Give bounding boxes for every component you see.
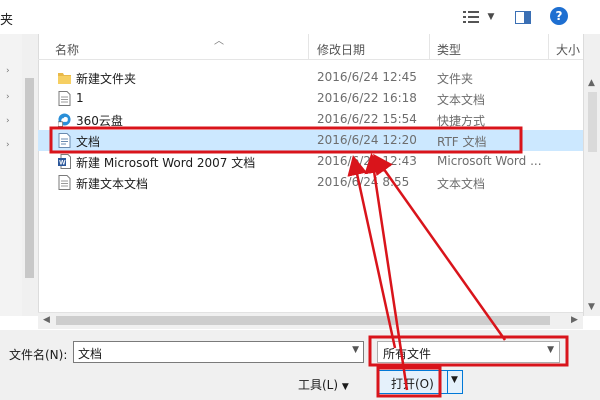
svg-text:W: W [59, 160, 66, 167]
column-divider[interactable] [429, 34, 430, 59]
file-type: 文本文档 [437, 177, 486, 191]
scrollbar-thumb[interactable] [588, 92, 597, 152]
file-type: 文本文档 [437, 93, 486, 107]
file-name: 新建文本文档 [76, 177, 149, 191]
file-row[interactable]: 360云盘 2016/6/22 15:54 快捷方式 [38, 109, 583, 130]
top-toolbar: 夹 ▼ ? [0, 0, 600, 34]
scroll-left-icon[interactable]: ◀ [43, 315, 50, 325]
file-date: 2016/6/24 12:43 [317, 154, 417, 168]
chevron-right-icon[interactable]: › [6, 66, 10, 76]
filter-value[interactable]: 所有文件 [383, 345, 431, 362]
file-type-filter[interactable]: 所有文件 ▼ [377, 341, 560, 363]
chevron-down-icon[interactable]: ▼ [485, 9, 497, 25]
chevron-down-icon[interactable]: ▼ [352, 345, 359, 355]
column-header-row: ︿ 名称 修改日期 类型 大小 [38, 34, 600, 60]
file-type: Microsoft Word ... [437, 154, 542, 168]
open-label: 打开(O) [391, 377, 434, 391]
dialog-footer: 文件名(N): 文档 ▼ 所有文件 ▼ 工具(L) ▼ 打开(O) ▼ [0, 330, 600, 400]
sort-ascending-icon: ︿ [214, 36, 224, 47]
tools-label: 工具(L) [298, 378, 339, 392]
text-file-icon [58, 175, 71, 190]
column-divider[interactable] [548, 34, 549, 59]
file-type: 文件夹 [437, 72, 474, 86]
column-header-date[interactable]: 修改日期 [317, 41, 365, 58]
word-file-icon: W [58, 154, 71, 169]
rtf-file-icon [58, 133, 71, 148]
chevron-right-icon[interactable]: › [6, 92, 10, 102]
column-divider[interactable] [308, 34, 309, 59]
chevron-right-icon[interactable]: › [6, 116, 10, 126]
navigation-pane[interactable]: › › › › [0, 34, 23, 316]
file-date: 2016/6/24 12:20 [317, 133, 417, 147]
column-header-size[interactable]: 大小 [556, 41, 580, 58]
split-divider [447, 371, 448, 393]
file-name: 文档 [76, 135, 101, 149]
file-row[interactable]: 1 2016/6/22 16:18 文本文档 [38, 88, 583, 109]
tools-menu-button[interactable]: 工具(L) ▼ [298, 376, 349, 393]
file-row[interactable]: 新建文本文档 2016/6/24 8:55 文本文档 [38, 172, 583, 193]
filename-value[interactable]: 文档 [78, 345, 102, 362]
text-file-icon [58, 91, 71, 106]
file-row-selected[interactable]: 文档 2016/6/24 12:20 RTF 文档 [38, 130, 583, 151]
open-dropdown-icon[interactable]: ▼ [451, 375, 458, 385]
chevron-down-icon: ▼ [341, 382, 349, 392]
file-date: 2016/6/22 16:18 [317, 91, 417, 105]
file-name: 360云盘 [76, 114, 123, 128]
column-header-type[interactable]: 类型 [437, 41, 461, 58]
column-header-name[interactable]: 名称 [55, 41, 79, 58]
filename-label: 文件名(N): [9, 348, 68, 362]
file-type: RTF 文档 [437, 135, 487, 149]
scroll-down-icon[interactable]: ▼ [588, 302, 595, 312]
file-type: 快捷方式 [437, 114, 486, 128]
file-name: 新建 Microsoft Word 2007 文档 [76, 156, 256, 170]
file-row[interactable]: W 新建 Microsoft Word 2007 文档 2016/6/24 12… [38, 151, 583, 172]
help-icon[interactable]: ? [550, 7, 568, 25]
horizontal-scrollbar[interactable]: ◀ ▶ [38, 312, 583, 329]
scrollbar-thumb[interactable] [56, 316, 550, 325]
file-date: 2016/6/24 12:45 [317, 70, 417, 84]
preview-pane-icon[interactable] [514, 9, 532, 25]
open-button[interactable]: 打开(O) ▼ [378, 370, 463, 394]
scroll-up-icon[interactable]: ▲ [588, 78, 595, 88]
file-name: 新建文件夹 [76, 72, 137, 86]
view-options-icon[interactable] [461, 9, 481, 25]
scroll-right-icon[interactable]: ▶ [571, 315, 578, 325]
file-row[interactable]: 新建文件夹 2016/6/24 12:45 文件夹 [38, 67, 583, 88]
file-date: 2016/6/24 8:55 [317, 175, 410, 189]
chevron-right-icon[interactable]: › [6, 140, 10, 150]
scrollbar-thumb[interactable] [25, 78, 34, 278]
file-name: 1 [76, 91, 84, 105]
vertical-scrollbar[interactable]: ▲ ▼ [583, 34, 600, 316]
chevron-down-icon[interactable]: ▼ [547, 345, 554, 355]
file-date: 2016/6/22 15:54 [317, 112, 417, 126]
cloud-shortcut-icon [58, 113, 71, 127]
navigation-scrollbar[interactable] [22, 34, 39, 316]
filename-input[interactable]: 文档 ▼ [73, 341, 364, 363]
breadcrumb[interactable]: 夹 [0, 9, 13, 28]
folder-icon [58, 73, 71, 84]
